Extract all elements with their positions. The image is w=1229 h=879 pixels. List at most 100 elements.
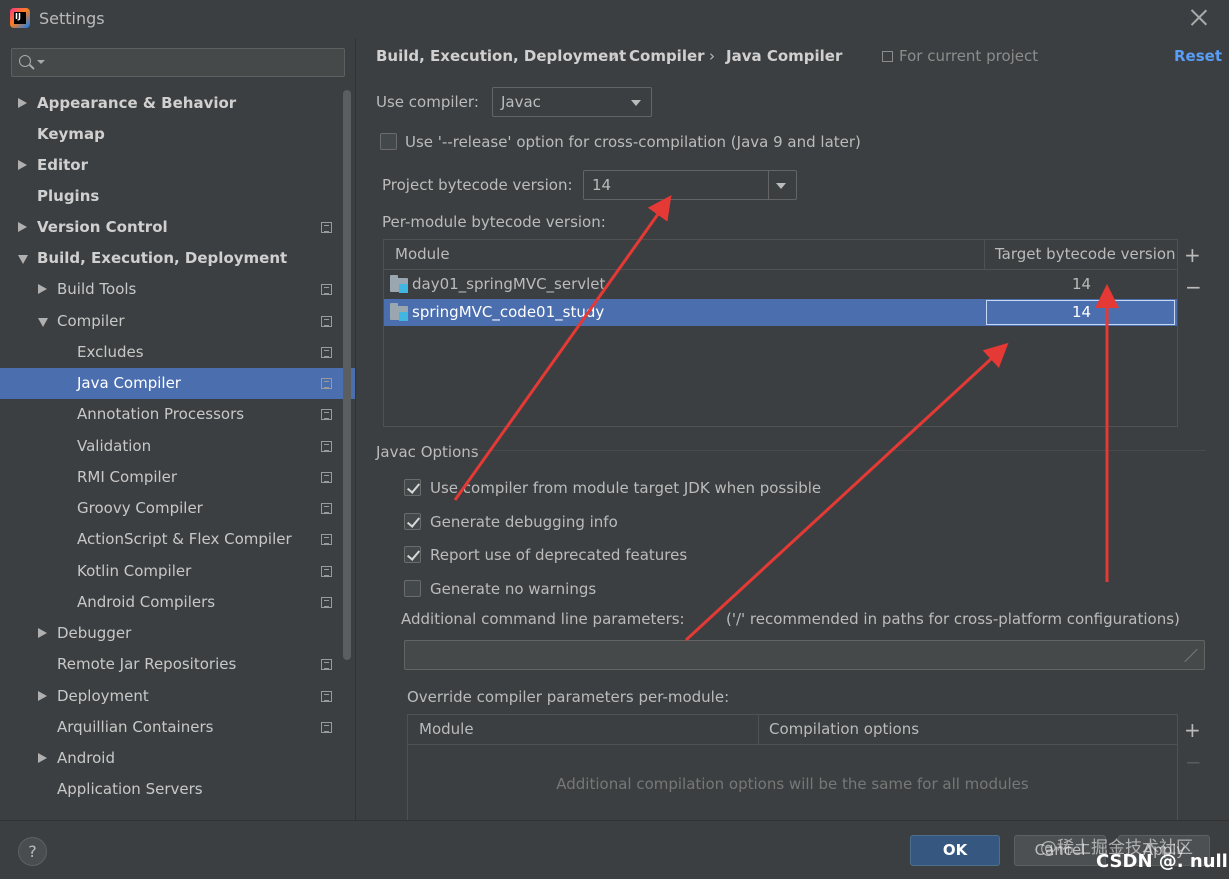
expand-arrow-icon[interactable]	[38, 691, 47, 701]
remove-module-button[interactable]: −	[1185, 277, 1202, 297]
sidebar-item-keymap[interactable]: Keymap	[0, 119, 355, 150]
debug-info-label: Generate debugging info	[430, 513, 618, 531]
project-level-icon	[321, 316, 332, 327]
expand-arrow-icon[interactable]	[18, 98, 27, 108]
sidebar-item-label: Editor	[37, 156, 88, 174]
column-header-module[interactable]: Module	[419, 720, 474, 738]
column-header-target-version[interactable]: Target bytecode version	[995, 245, 1176, 263]
module-target-version[interactable]: 14	[1072, 303, 1091, 321]
search-history-dropdown-icon[interactable]	[37, 60, 45, 64]
sidebar-item-editor[interactable]: Editor	[0, 150, 355, 181]
expand-arrow-icon[interactable]	[38, 628, 47, 638]
release-option-label: Use '--release' option for cross-compila…	[405, 133, 861, 151]
sidebar-item-appearance-behavior[interactable]: Appearance & Behavior	[0, 88, 355, 119]
sidebar-item-label: Build, Execution, Deployment	[37, 249, 288, 267]
column-header-compilation-options[interactable]: Compilation options	[769, 720, 919, 738]
title-bar: IJ Settings	[0, 0, 1229, 38]
sidebar-item-build-tools[interactable]: Build Tools	[0, 274, 355, 305]
expand-arrow-icon[interactable]	[38, 753, 47, 763]
debug-info-checkbox[interactable]	[404, 513, 421, 530]
deprecated-label: Report use of deprecated features	[430, 546, 688, 564]
use-compiler-value: Javac	[501, 93, 541, 111]
sidebar-item-label: Application Servers	[57, 780, 203, 798]
breadcrumb-separator: ›	[709, 47, 715, 65]
watermark-csdn: CSDN @. null	[1096, 851, 1228, 872]
sidebar-item-label: Keymap	[37, 125, 105, 143]
sidebar-item-arquillian-containers[interactable]: Arquillian Containers	[0, 712, 355, 743]
module-bytecode-table: Module Target bytecode version day01_spr…	[383, 239, 1178, 427]
help-button[interactable]: ?	[18, 837, 47, 866]
column-divider[interactable]	[984, 240, 985, 270]
sidebar-item-debugger[interactable]: Debugger	[0, 618, 355, 649]
project-level-icon	[321, 347, 332, 358]
ok-button[interactable]: OK	[910, 835, 1000, 866]
deprecated-checkbox[interactable]	[404, 546, 421, 563]
sidebar-item-android[interactable]: Android	[0, 743, 355, 774]
breadcrumb-separator: ›	[611, 47, 617, 65]
expand-arrow-icon[interactable]	[18, 222, 27, 232]
release-option-checkbox[interactable]	[380, 133, 397, 150]
no-warnings-checkbox[interactable]	[404, 580, 421, 597]
sidebar-item-label: Groovy Compiler	[77, 499, 203, 517]
module-folder-icon	[390, 275, 408, 293]
table-row[interactable]: day01_springMVC_servlet 14	[384, 271, 1177, 298]
sidebar-item-label: Android	[57, 749, 115, 767]
sidebar-item-rmi-compiler[interactable]: RMI Compiler	[0, 462, 355, 493]
sidebar-item-groovy-compiler[interactable]: Groovy Compiler	[0, 493, 355, 524]
project-level-icon	[321, 722, 332, 733]
empty-table-text: Additional compilation options will be t…	[556, 775, 1029, 793]
sidebar-item-android-compilers[interactable]: Android Compilers	[0, 587, 355, 618]
additional-params-hint: ('/' recommended in paths for cross-plat…	[726, 610, 1180, 628]
breadcrumb-build-execution-deployment[interactable]: Build, Execution, Deployment	[376, 47, 626, 65]
sidebar-item-application-servers[interactable]: Application Servers	[0, 774, 355, 805]
expand-icon[interactable]	[1182, 649, 1196, 663]
per-module-label: Per-module bytecode version:	[382, 213, 606, 231]
collapse-arrow-icon[interactable]	[18, 255, 28, 264]
sidebar-item-compiler[interactable]: Compiler	[0, 306, 355, 337]
module-target-version[interactable]: 14	[1072, 275, 1091, 293]
project-level-icon	[321, 597, 332, 608]
sidebar-scrollbar[interactable]	[343, 90, 351, 660]
sidebar-item-actionscript-flex-compiler[interactable]: ActionScript & Flex Compiler	[0, 524, 355, 555]
reset-link[interactable]: Reset	[1174, 47, 1222, 65]
sidebar-item-remote-jar-repositories[interactable]: Remote Jar Repositories	[0, 649, 355, 680]
expand-arrow-icon[interactable]	[38, 284, 47, 294]
sidebar-item-kotlin-compiler[interactable]: Kotlin Compiler	[0, 556, 355, 587]
sidebar-item-excludes[interactable]: Excludes	[0, 337, 355, 368]
sidebar-item-java-compiler[interactable]: Java Compiler	[0, 368, 355, 399]
sidebar-item-build-execution-deployment[interactable]: Build, Execution, Deployment	[0, 243, 355, 274]
use-compiler-select[interactable]: Javac	[492, 87, 652, 117]
use-module-jdk-checkbox[interactable]	[404, 479, 421, 496]
expand-arrow-icon[interactable]	[18, 160, 27, 170]
sidebar-item-label: Kotlin Compiler	[77, 562, 192, 580]
search-input[interactable]	[11, 48, 345, 77]
add-module-button[interactable]: +	[1184, 245, 1201, 265]
sidebar-item-label: Appearance & Behavior	[37, 94, 237, 112]
project-bytecode-select[interactable]: 14	[583, 170, 797, 200]
column-divider[interactable]	[758, 715, 759, 745]
sidebar-item-deployment[interactable]: Deployment	[0, 681, 355, 712]
intellij-app-icon: IJ	[10, 8, 30, 28]
project-level-icon	[321, 566, 332, 577]
settings-sidebar: Appearance & Behavior Keymap Editor Plugins…	[0, 38, 355, 820]
collapse-arrow-icon[interactable]	[38, 318, 48, 327]
dialog-button-bar: ? OK Cancel Apply @稀土掘金技术社区 CSDN @. null	[0, 820, 1229, 879]
sidebar-item-plugins[interactable]: Plugins	[0, 181, 355, 212]
additional-params-input[interactable]	[404, 640, 1205, 670]
project-bytecode-value: 14	[592, 176, 612, 194]
sidebar-item-annotation-processors[interactable]: Annotation Processors	[0, 399, 355, 430]
module-folder-icon	[390, 303, 408, 321]
table-header: Module Target bytecode version	[384, 240, 1177, 270]
no-warnings-label: Generate no warnings	[430, 580, 597, 598]
sidebar-item-version-control[interactable]: Version Control	[0, 212, 355, 243]
breadcrumb-compiler[interactable]: Compiler	[629, 47, 705, 65]
table-row[interactable]: springMVC_code01_study 14	[384, 299, 1177, 326]
sidebar-item-validation[interactable]: Validation	[0, 431, 355, 462]
add-override-button[interactable]: +	[1184, 720, 1201, 740]
additional-params-label: Additional command line parameters:	[401, 610, 685, 628]
module-name: day01_springMVC_servlet	[412, 275, 606, 293]
column-header-module[interactable]: Module	[395, 245, 450, 263]
sidebar-item-label: Remote Jar Repositories	[57, 655, 237, 673]
chevron-down-icon	[776, 183, 786, 189]
close-icon[interactable]	[1188, 6, 1210, 28]
